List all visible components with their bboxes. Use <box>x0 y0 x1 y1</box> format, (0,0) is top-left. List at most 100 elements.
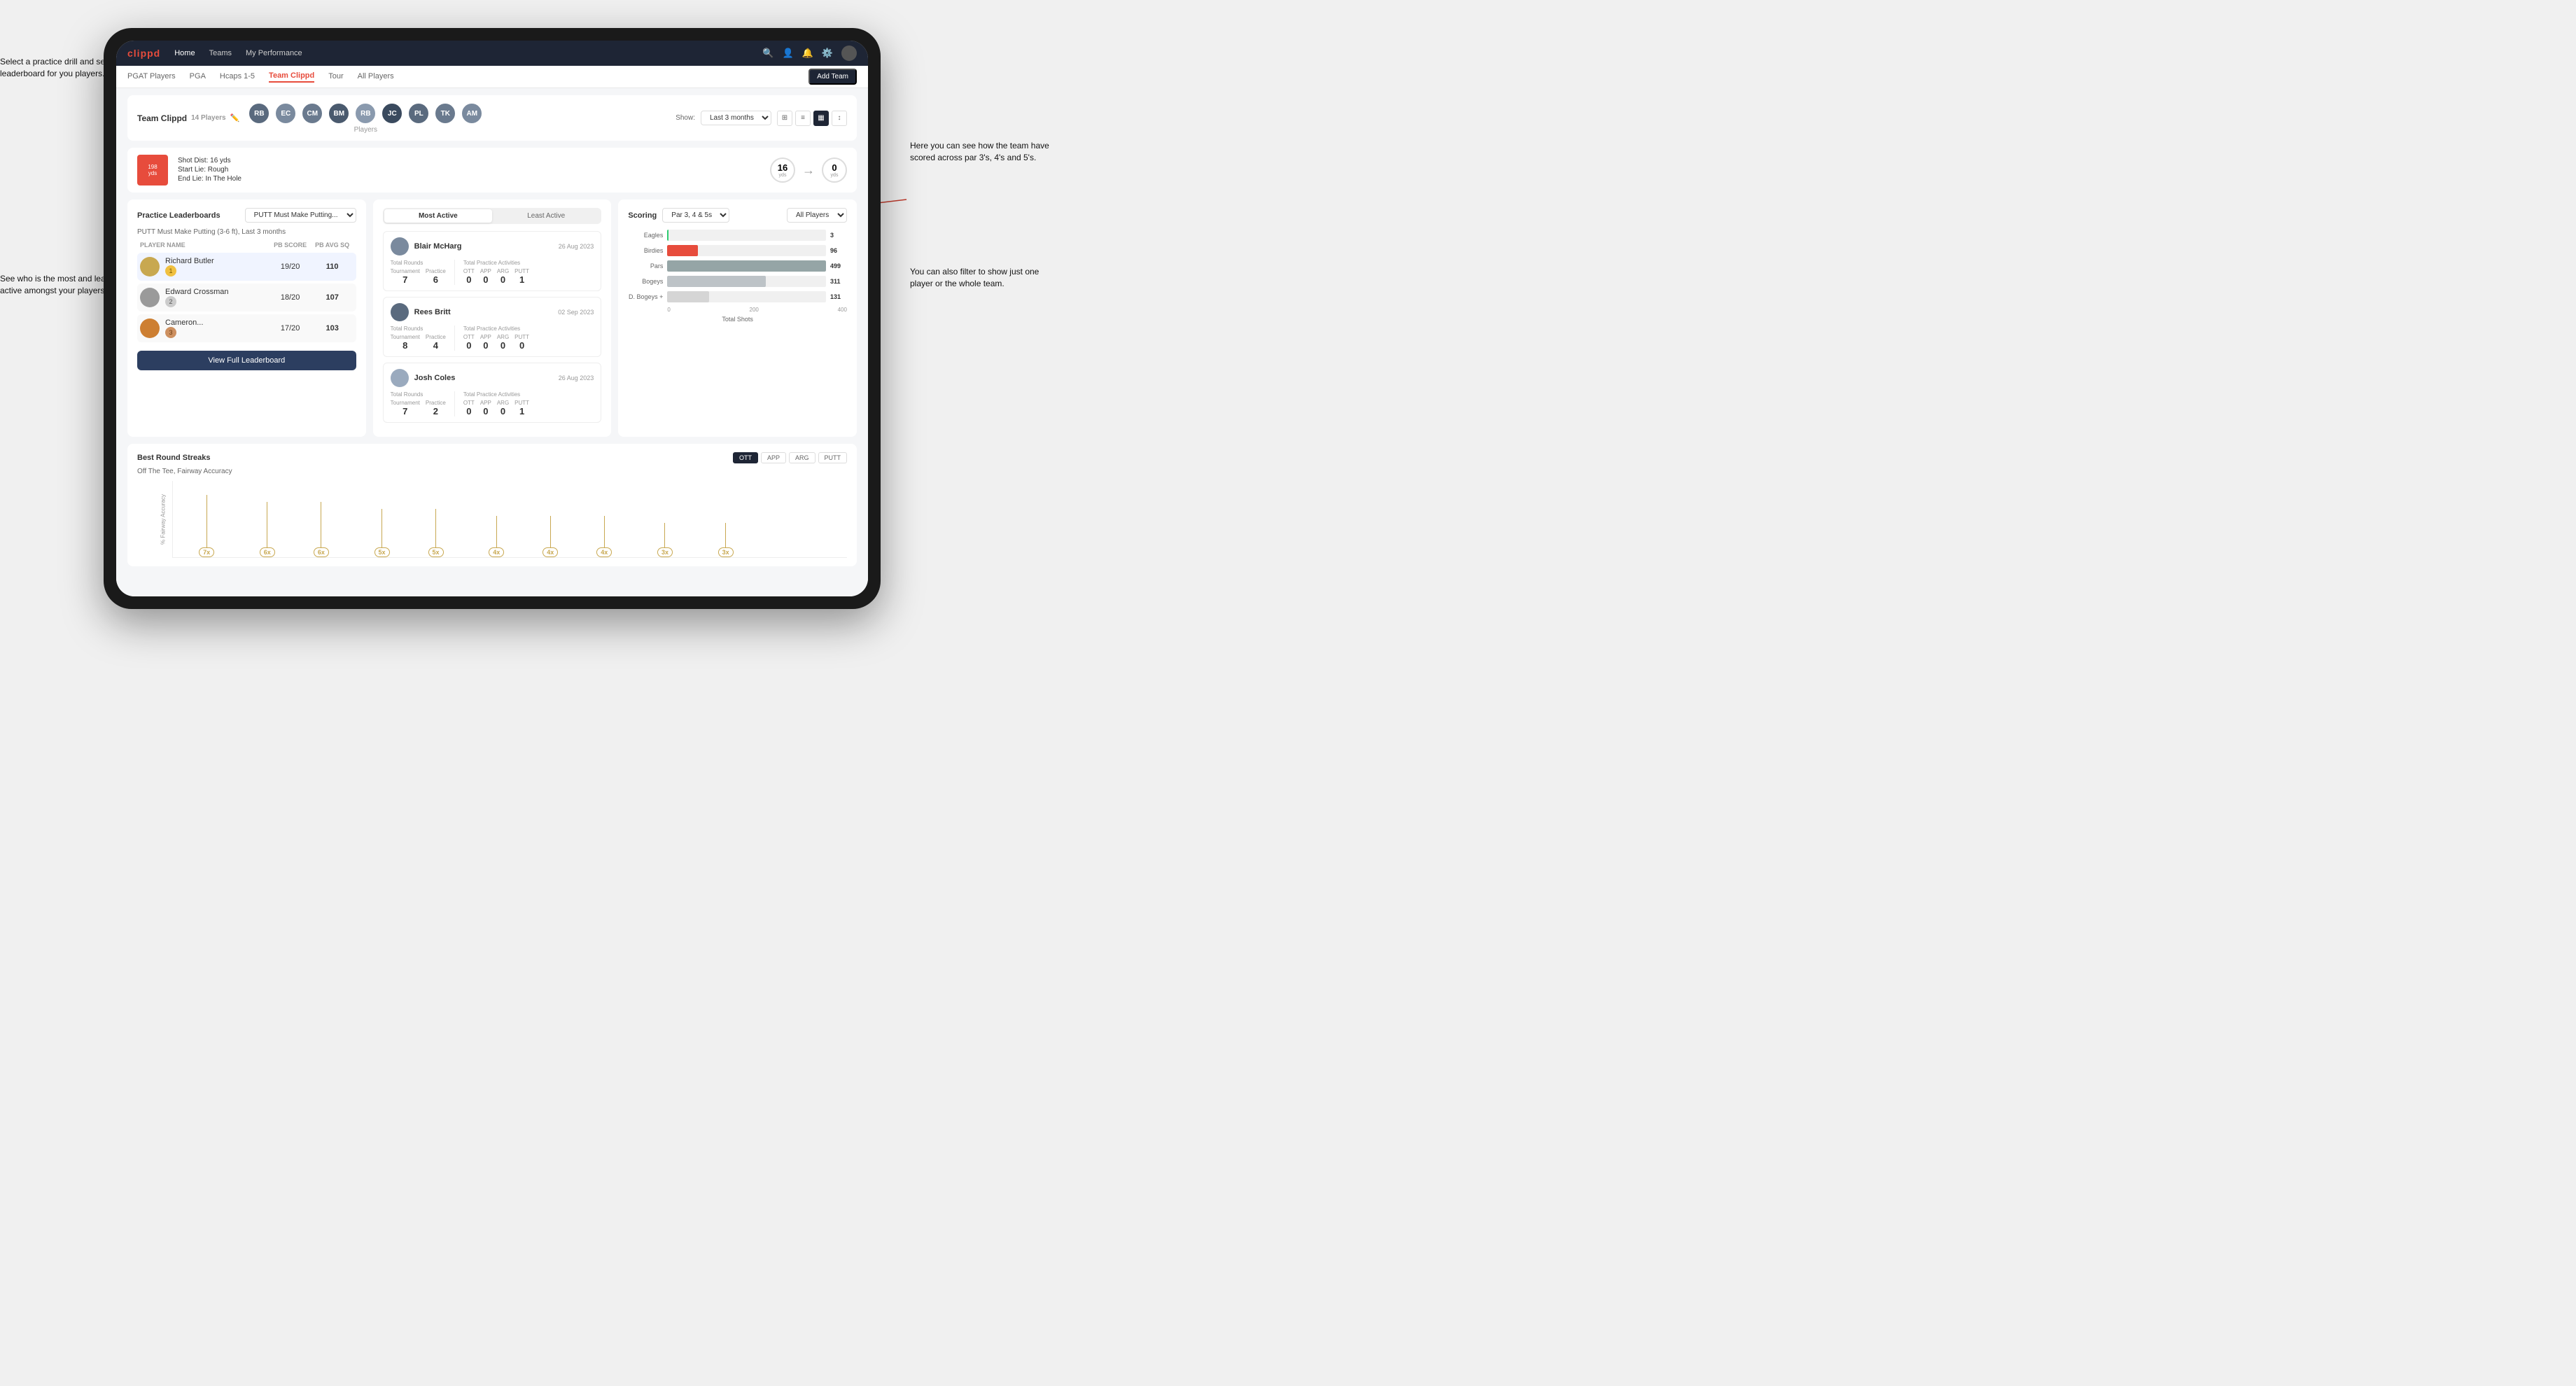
tab-most-active[interactable]: Most Active <box>384 209 492 223</box>
view-icons: ⊞ ≡ ▦ ↕ <box>777 111 847 126</box>
chart-bar-eagles <box>667 230 668 241</box>
player-avatar-8[interactable]: TK <box>434 102 456 125</box>
pc-date-rees: 02 Sep 2023 <box>558 309 594 316</box>
streak-bubble-4x-3: 4x <box>596 547 612 557</box>
player-card-rees-header: Rees Britt 02 Sep 2023 <box>391 303 594 321</box>
pc-rounds-vals-blair: Tournament 7 Practice 6 <box>391 268 446 285</box>
view-sort-icon[interactable]: ↕ <box>832 111 847 126</box>
nav-my-performance[interactable]: My Performance <box>246 49 302 57</box>
pc-activities-josh: Total Practice Activities OTT 0 APP 0 <box>463 391 529 416</box>
streaks-header: Best Round Streaks OTT APP ARG PUTT <box>137 452 847 463</box>
player-card-josh: Josh Coles 26 Aug 2023 Total Rounds Tour… <box>383 363 602 423</box>
view-full-leaderboard-button[interactable]: View Full Leaderboard <box>137 351 356 370</box>
search-icon[interactable]: 🔍 <box>762 48 774 59</box>
lb-avg-3: 103 <box>312 324 354 332</box>
streak-point-3x-1: 3x <box>657 523 673 557</box>
view-grid-icon[interactable]: ⊞ <box>777 111 792 126</box>
lb-avg-2: 107 <box>312 293 354 302</box>
chart-val-pars: 499 <box>830 262 847 270</box>
player-card-blair: Blair McHarg 26 Aug 2023 Total Rounds To… <box>383 231 602 291</box>
player-avatar-3[interactable]: CM <box>301 102 323 125</box>
scoring-par-select[interactable]: Par 3, 4 & 5s Par 3s Par 4s Par 5s <box>662 208 729 223</box>
pc-name-rees: Rees Britt <box>414 308 553 316</box>
lb-avatar-2 <box>140 288 160 307</box>
subnav-pgat[interactable]: PGAT Players <box>127 72 176 82</box>
streak-bubble-5x-2: 5x <box>428 547 444 557</box>
nav-teams[interactable]: Teams <box>209 49 232 57</box>
pc-avatar-josh <box>391 369 409 387</box>
lb-rank-2: 2 <box>165 296 176 307</box>
streaks-chart: 7x 6x 6x 5x <box>172 481 847 558</box>
player-avatar-4[interactable]: BM <box>328 102 350 125</box>
user-icon[interactable]: 👤 <box>782 48 793 59</box>
streak-point-4x-1: 4x <box>489 516 504 557</box>
lb-col-avg: PB AVG SQ <box>312 241 354 248</box>
streak-point-4x-3: 4x <box>596 516 612 557</box>
subnav-hcaps[interactable]: Hcaps 1-5 <box>220 72 255 82</box>
nav-home[interactable]: Home <box>174 49 195 57</box>
pc-arg-josh: ARG 0 <box>497 400 509 416</box>
shot-dist-unit: yds <box>148 170 157 176</box>
streak-bubble-3x-2: 3x <box>718 547 734 557</box>
pc-stats-josh: Total Rounds Tournament 7 Practice 2 <box>391 391 594 416</box>
metric-arrow: → <box>802 163 815 178</box>
edit-icon[interactable]: ✏️ <box>230 113 240 122</box>
chart-val-eagles: 3 <box>830 232 847 239</box>
lb-score-3: 17/20 <box>270 324 312 332</box>
player-avatar-1[interactable]: RB <box>248 102 270 125</box>
tab-least-active[interactable]: Least Active <box>492 209 600 223</box>
scoring-player-select[interactable]: All Players <box>787 208 847 223</box>
pc-app-blair: APP 0 <box>480 268 491 285</box>
subnav-all-players[interactable]: All Players <box>358 72 394 82</box>
player-avatar-6[interactable]: JC <box>381 102 403 125</box>
player-card-josh-header: Josh Coles 26 Aug 2023 <box>391 369 594 387</box>
pc-rounds-vals-josh: Tournament 7 Practice 2 <box>391 400 446 416</box>
view-card-icon[interactable]: ▦ <box>813 111 829 126</box>
pc-tournament-rees: Tournament 8 <box>391 334 420 351</box>
pc-arg-rees: ARG 0 <box>497 334 509 351</box>
chart-axis: 0 200 400 <box>628 307 847 313</box>
streaks-btn-app[interactable]: APP <box>761 452 786 463</box>
pc-stats-rees: Total Rounds Tournament 8 Practice 4 <box>391 326 594 351</box>
nav-logo: clippd <box>127 48 160 59</box>
player-avatar-9[interactable]: AM <box>461 102 483 125</box>
pc-putt-josh: PUTT 1 <box>514 400 529 416</box>
streaks-subtitle: Off The Tee, Fairway Accuracy <box>137 468 847 475</box>
scoring-header: Scoring Par 3, 4 & 5s Par 3s Par 4s Par … <box>628 208 847 223</box>
lb-col-player: PLAYER NAME <box>140 241 270 248</box>
bell-icon[interactable]: 🔔 <box>802 48 813 59</box>
player-avatar-2[interactable]: EC <box>274 102 297 125</box>
view-list-icon[interactable]: ≡ <box>795 111 811 126</box>
team-name-label: Team Clippd <box>137 113 187 123</box>
axis-400: 400 <box>838 307 847 313</box>
chart-val-bogeys: 311 <box>830 278 847 285</box>
add-team-button[interactable]: Add Team <box>808 69 857 85</box>
drill-select[interactable]: PUTT Must Make Putting... Chipping Drill <box>245 208 356 223</box>
practice-leaderboards-card: Practice Leaderboards PUTT Must Make Put… <box>127 200 366 437</box>
subnav-pga[interactable]: PGA <box>190 72 206 82</box>
chart-row-eagles: Eagles 3 <box>628 230 847 241</box>
team-count: 14 Players <box>191 114 226 122</box>
streaks-btn-arg[interactable]: ARG <box>789 452 816 463</box>
players-avatar-group: RB EC CM BM RB JC PL TK AM Players <box>248 102 483 134</box>
subnav-team-clippd[interactable]: Team Clippd <box>269 71 314 83</box>
pc-tournament-blair: Tournament 7 <box>391 268 420 285</box>
chart-bar-pars-wrap <box>667 260 826 272</box>
tablet-screen: clippd Home Teams My Performance 🔍 👤 🔔 ⚙… <box>116 41 868 596</box>
streaks-btn-ott[interactable]: OTT <box>733 452 758 463</box>
subnav-tour[interactable]: Tour <box>328 72 343 82</box>
player-avatar-7[interactable]: PL <box>407 102 430 125</box>
pc-tournament-josh: Tournament 7 <box>391 400 420 416</box>
user-avatar[interactable] <box>841 46 857 61</box>
chart-bar-dbogeys <box>667 291 708 302</box>
show-select[interactable]: Last 3 months Last 6 months Last year <box>701 111 771 125</box>
pc-putt-blair: PUTT 1 <box>514 268 529 285</box>
streak-point-7x-1: 7x <box>199 495 214 557</box>
streaks-btn-putt[interactable]: PUTT <box>818 452 848 463</box>
settings-icon[interactable]: ⚙️ <box>822 48 833 59</box>
lb-player-2: Edward Crossman 2 <box>140 288 270 307</box>
player-avatar-5[interactable]: RB <box>354 102 377 125</box>
pc-activities-label-blair: Total Practice Activities <box>463 260 529 266</box>
shot-start-lie: Start Lie: Rough <box>178 166 241 174</box>
pc-divider-blair <box>454 260 455 285</box>
